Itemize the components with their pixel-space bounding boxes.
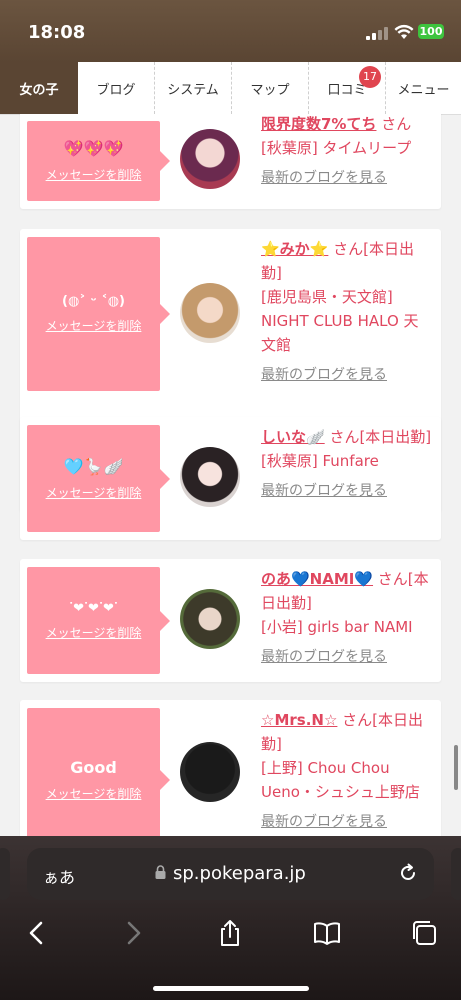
reload-icon[interactable] xyxy=(397,862,419,884)
girl-info: 限界度数7%てち さん [秋葉原] タイムリープ 最新のブログを見る xyxy=(261,114,433,190)
list-item: 🩵🪿🪽 メッセージを削除 しいな🪽 さん[本日出勤] [秋葉原] Funfare… xyxy=(20,417,441,540)
message-text: Good xyxy=(70,758,117,777)
browser-toolbar: ぁあ sp.pokepara.jp xyxy=(0,836,461,1000)
girl-name-link[interactable]: のあ💙NAMI💙 xyxy=(261,570,373,588)
message-bubble: (◍˃ ᵕ ˂◍) メッセージを削除 xyxy=(27,237,170,391)
delete-message-link[interactable]: メッセージを削除 xyxy=(46,785,142,802)
message-text: 💖💖💖 xyxy=(63,139,124,158)
girl-name-link[interactable]: ☆Mrs.N☆ xyxy=(261,711,337,729)
message-text: ᐝ❤︎ᐝ❤︎ᐝ❤︎ᐝ xyxy=(69,600,118,616)
tab-reviews[interactable]: 口コミ 17 xyxy=(309,62,386,114)
shop-name: [上野] Chou Chou Ueno・シュシュ上野店 xyxy=(261,759,420,801)
delete-message-link[interactable]: メッセージを削除 xyxy=(46,317,142,334)
girl-name-link[interactable]: ⭐みか⭐ xyxy=(261,240,328,258)
tab-system[interactable]: システム xyxy=(155,62,232,114)
url-text: sp.pokepara.jp xyxy=(173,863,306,884)
girl-info: のあ💙NAMI💙 さん[本日出勤] [小岩] girls bar NAMI 最新… xyxy=(261,567,433,669)
tab-girls[interactable]: 女の子 xyxy=(0,62,78,114)
name-suffix: さん[本日出勤] xyxy=(324,428,432,446)
tab-label: ブログ xyxy=(96,82,136,98)
avatar[interactable] xyxy=(180,742,240,802)
bookmarks-icon[interactable] xyxy=(312,918,342,948)
latest-blog-link[interactable]: 最新のブログを見る xyxy=(261,363,433,387)
shop-name: [秋葉原] Funfare xyxy=(261,452,379,470)
girl-name-link[interactable]: 限界度数7%てち xyxy=(261,115,376,133)
girl-name-link[interactable]: しいな🪽 xyxy=(261,428,325,446)
message-bubble: 🩵🪿🪽 メッセージを削除 xyxy=(27,425,170,532)
shop-name: [秋葉原] タイムリープ xyxy=(261,139,412,157)
message-bubble: 💖💖💖 メッセージを削除 xyxy=(27,121,170,201)
tab-label: システム xyxy=(167,82,219,98)
tab-blog[interactable]: ブログ xyxy=(78,62,155,114)
message-text: 🩵🪿🪽 xyxy=(63,456,124,476)
page-settings-button[interactable]: ぁあ xyxy=(43,864,75,888)
shop-name: [鹿児島県・天文館] NIGHT CLUB HALO 天文館 xyxy=(261,288,419,354)
wifi-icon xyxy=(394,24,414,39)
message-bubble: Good メッセージを削除 xyxy=(27,708,170,836)
clock: 18:08 xyxy=(28,22,86,43)
forward-icon[interactable] xyxy=(118,918,148,948)
delete-message-link[interactable]: メッセージを削除 xyxy=(46,166,142,183)
message-list: 💖💖💖 メッセージを削除 限界度数7%てち さん [秋葉原] タイムリープ 最新… xyxy=(0,114,461,836)
avatar[interactable] xyxy=(180,283,240,343)
lock-icon xyxy=(155,865,166,879)
latest-blog-link[interactable]: 最新のブログを見る xyxy=(261,479,433,503)
latest-blog-link[interactable]: 最新のブログを見る xyxy=(261,810,433,834)
delete-message-link[interactable]: メッセージを削除 xyxy=(46,624,142,641)
list-item: Good メッセージを削除 ☆Mrs.N☆ さん[本日出勤] [上野] Chou… xyxy=(20,700,441,836)
girl-info: しいな🪽 さん[本日出勤] [秋葉原] Funfare 最新のブログを見る xyxy=(261,425,433,503)
status-bar: 18:08 100 xyxy=(0,0,461,62)
message-text: (◍˃ ᵕ ˂◍) xyxy=(62,294,125,309)
address-bar[interactable]: ぁあ sp.pokepara.jp xyxy=(27,848,434,900)
list-item: ᐝ❤︎ᐝ❤︎ᐝ❤︎ᐝ メッセージを削除 のあ💙NAMI💙 さん[本日出勤] [小… xyxy=(20,559,441,682)
list-item: 💖💖💖 メッセージを削除 限界度数7%てち さん [秋葉原] タイムリープ 最新… xyxy=(20,114,441,209)
girl-info: ⭐みか⭐ さん[本日出勤] [鹿児島県・天文館] NIGHT CLUB HALO… xyxy=(261,237,433,387)
name-suffix: さん xyxy=(376,115,412,133)
share-icon[interactable] xyxy=(215,918,245,948)
shop-name: [小岩] girls bar NAMI xyxy=(261,618,413,636)
avatar[interactable] xyxy=(180,129,240,189)
girl-info: ☆Mrs.N☆ さん[本日出勤] [上野] Chou Chou Ueno・シュシ… xyxy=(261,708,433,834)
tab-map[interactable]: マップ xyxy=(232,62,309,114)
next-tab-preview[interactable] xyxy=(451,848,461,900)
main-nav: 女の子 ブログ システム マップ 口コミ 17 メニュー xyxy=(0,62,461,115)
tab-label: 女の子 xyxy=(19,82,59,98)
latest-blog-link[interactable]: 最新のブログを見る xyxy=(261,645,433,669)
tabs-icon[interactable] xyxy=(409,918,439,948)
tab-label: メニュー xyxy=(397,82,450,98)
avatar[interactable] xyxy=(180,589,240,649)
message-bubble: ᐝ❤︎ᐝ❤︎ᐝ❤︎ᐝ メッセージを削除 xyxy=(27,567,170,674)
back-icon[interactable] xyxy=(22,918,52,948)
previous-tab-preview[interactable] xyxy=(0,848,10,900)
home-indicator[interactable] xyxy=(153,986,309,991)
battery-icon: 100 xyxy=(418,24,444,39)
reviews-count-badge: 17 xyxy=(359,66,381,88)
latest-blog-link[interactable]: 最新のブログを見る xyxy=(261,166,433,190)
tab-label: マップ xyxy=(250,82,290,98)
tab-menu[interactable]: メニュー xyxy=(386,62,461,114)
signal-icon xyxy=(366,27,388,40)
delete-message-link[interactable]: メッセージを削除 xyxy=(46,484,142,501)
page-scrollbar[interactable] xyxy=(454,745,458,790)
avatar[interactable] xyxy=(180,447,240,507)
